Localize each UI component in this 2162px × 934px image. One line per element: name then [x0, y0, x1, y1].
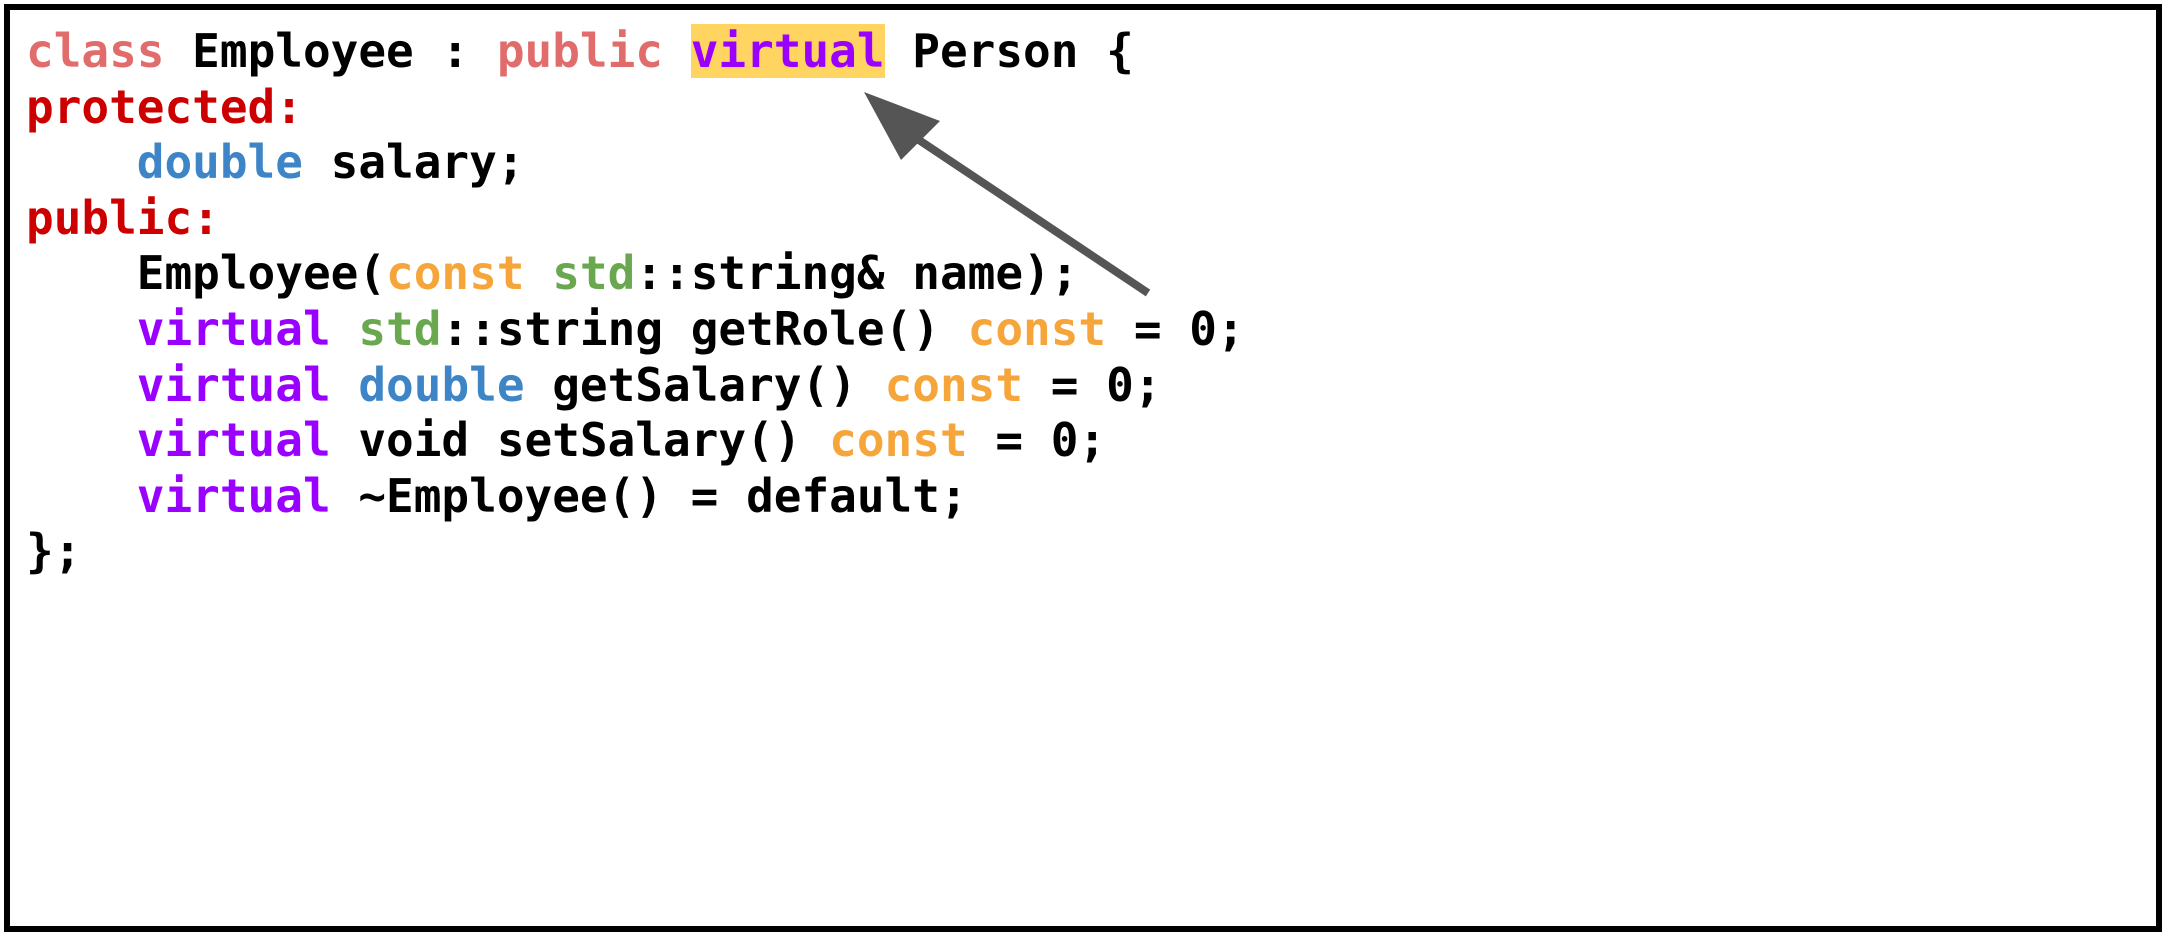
code-token: std — [358, 301, 442, 356]
code-line: virtual void setSalary() const = 0; — [26, 413, 1245, 469]
code-block: class Employee : public virtual Person {… — [26, 24, 1245, 580]
code-token: virtual — [136, 413, 331, 468]
code-token: virtual — [136, 357, 331, 412]
code-token: salary; — [302, 135, 525, 190]
code-token: ::string& name); — [635, 246, 1079, 301]
code-token: ~Employee() = default; — [330, 468, 968, 523]
code-token: void setSalary() — [330, 413, 830, 468]
code-token: std — [552, 246, 636, 301]
code-line: }; — [26, 524, 1245, 580]
code-token: = 0; — [1106, 301, 1245, 356]
code-token: double — [136, 135, 303, 190]
code-token: const — [829, 413, 968, 468]
code-token: class — [26, 24, 165, 78]
code-line: Employee(const std::string& name); — [26, 246, 1245, 302]
code-token: const — [967, 301, 1107, 356]
code-token: }; — [26, 524, 82, 579]
code-token: ::string getRole() — [441, 301, 968, 356]
code-token: virtual — [136, 468, 331, 523]
code-token: public — [496, 24, 663, 78]
code-line: class Employee : public virtual Person { — [26, 24, 1245, 80]
code-line: virtual ~Employee() = default; — [26, 469, 1245, 525]
code-line: public: — [26, 191, 1245, 247]
code-token: const — [386, 246, 525, 301]
code-token: protected: — [26, 79, 303, 134]
code-token: double — [358, 357, 525, 412]
highlighted-keyword: virtual — [690, 24, 885, 78]
code-token: virtual — [136, 301, 331, 356]
code-line: virtual double getSalary() const = 0; — [26, 358, 1245, 414]
code-token: const — [884, 357, 1024, 412]
code-token: Person { — [884, 24, 1134, 78]
code-token: Employee : — [164, 24, 497, 78]
code-token: public: — [26, 190, 220, 245]
code-token: = 0; — [967, 413, 1107, 468]
code-token: = 0; — [1023, 357, 1162, 412]
code-line: protected: — [26, 80, 1245, 136]
code-token: Employee( — [26, 246, 387, 301]
code-line: double salary; — [26, 135, 1245, 191]
code-token: getSalary() — [524, 357, 885, 412]
code-line: virtual std::string getRole() const = 0; — [26, 302, 1245, 358]
